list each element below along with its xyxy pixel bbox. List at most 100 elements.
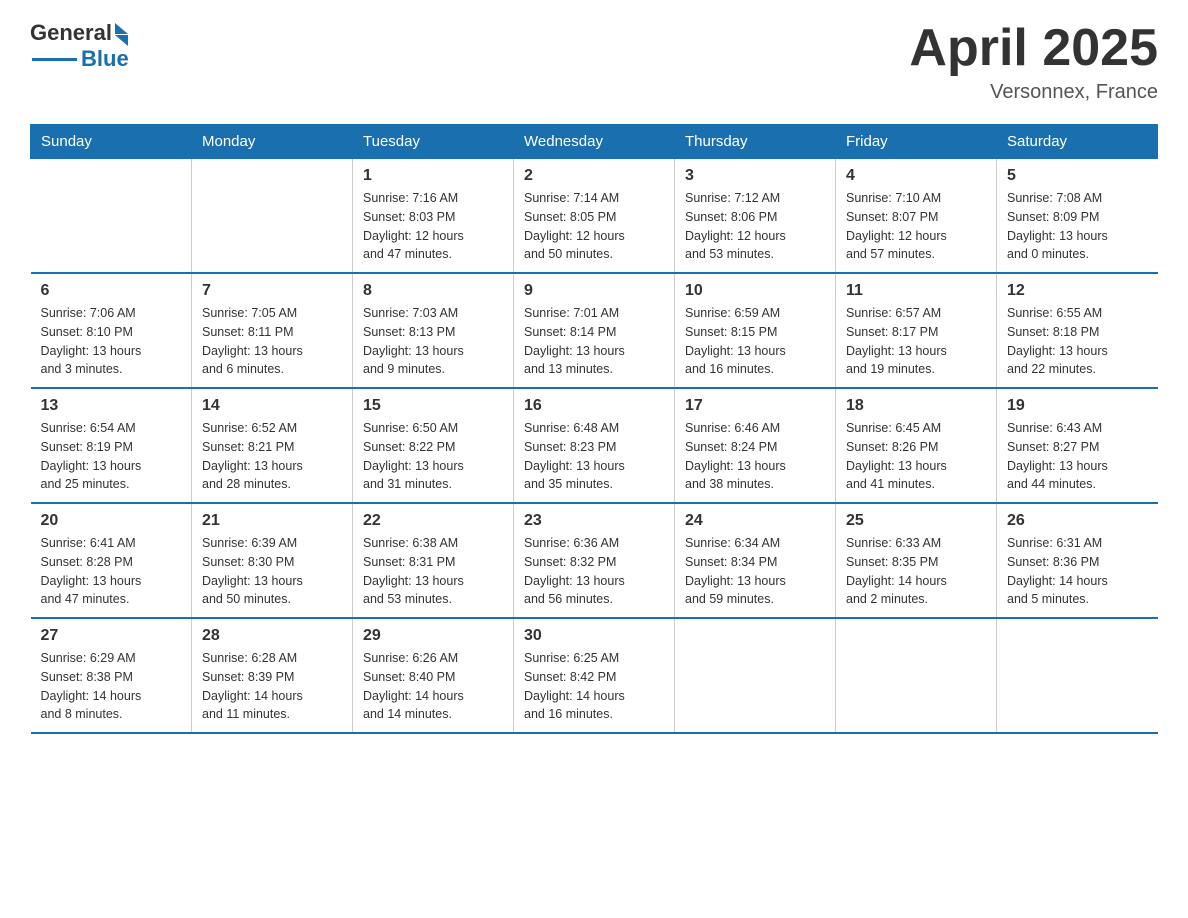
day-number: 21 (202, 512, 342, 530)
column-header-monday: Monday (192, 125, 353, 159)
calendar-cell: 5 Sunrise: 7:08 AM Sunset: 8:09 PM Daylig… (997, 159, 1158, 274)
day-number: 18 (846, 397, 986, 415)
day-info: Sunrise: 6:31 AM Sunset: 8:36 PM Dayligh… (1007, 534, 1148, 609)
day-number: 28 (202, 627, 342, 645)
logo-general-text: General (30, 20, 112, 46)
day-number: 12 (1007, 282, 1148, 300)
day-number: 19 (1007, 397, 1148, 415)
calendar-cell: 30 Sunrise: 6:25 AM Sunset: 8:42 PM Dayli… (514, 618, 675, 733)
day-number: 6 (41, 282, 182, 300)
calendar-cell: 28 Sunrise: 6:28 AM Sunset: 8:39 PM Dayli… (192, 618, 353, 733)
calendar-cell: 27Sunrise: 6:29 AM Sunset: 8:38 PM Dayli… (31, 618, 192, 733)
day-number: 10 (685, 282, 825, 300)
calendar-cell: 22 Sunrise: 6:38 AM Sunset: 8:31 PM Dayli… (353, 503, 514, 618)
day-number: 4 (846, 167, 986, 185)
day-info: Sunrise: 6:43 AM Sunset: 8:27 PM Dayligh… (1007, 419, 1148, 494)
day-number: 30 (524, 627, 664, 645)
day-info: Sunrise: 6:38 AM Sunset: 8:31 PM Dayligh… (363, 534, 503, 609)
day-number: 2 (524, 167, 664, 185)
month-title: April 2025 (909, 20, 1158, 77)
day-number: 15 (363, 397, 503, 415)
day-info: Sunrise: 6:48 AM Sunset: 8:23 PM Dayligh… (524, 419, 664, 494)
calendar-cell: 7Sunrise: 7:05 AM Sunset: 8:11 PM Daylig… (192, 273, 353, 388)
day-info: Sunrise: 6:39 AM Sunset: 8:30 PM Dayligh… (202, 534, 342, 609)
day-info: Sunrise: 7:14 AM Sunset: 8:05 PM Dayligh… (524, 189, 664, 264)
calendar-cell: 10Sunrise: 6:59 AM Sunset: 8:15 PM Dayli… (675, 273, 836, 388)
page-header: General Blue April 2025 Versonnex, Franc… (30, 20, 1158, 104)
calendar-cell: 18 Sunrise: 6:45 AM Sunset: 8:26 PM Dayli… (836, 388, 997, 503)
calendar-cell: 26 Sunrise: 6:31 AM Sunset: 8:36 PM Dayli… (997, 503, 1158, 618)
day-number: 16 (524, 397, 664, 415)
day-info: Sunrise: 6:50 AM Sunset: 8:22 PM Dayligh… (363, 419, 503, 494)
day-number: 5 (1007, 167, 1148, 185)
calendar-cell: 12 Sunrise: 6:55 AM Sunset: 8:18 PM Dayli… (997, 273, 1158, 388)
day-info: Sunrise: 7:10 AM Sunset: 8:07 PM Dayligh… (846, 189, 986, 264)
calendar-cell: 23 Sunrise: 6:36 AM Sunset: 8:32 PM Dayli… (514, 503, 675, 618)
calendar-cell: 8Sunrise: 7:03 AM Sunset: 8:13 PM Daylig… (353, 273, 514, 388)
calendar-cell: 16 Sunrise: 6:48 AM Sunset: 8:23 PM Dayli… (514, 388, 675, 503)
day-number: 23 (524, 512, 664, 530)
day-number: 3 (685, 167, 825, 185)
logo-icon: General Blue (30, 20, 129, 72)
day-number: 27 (41, 627, 182, 645)
day-number: 13 (41, 397, 182, 415)
calendar-header-row: SundayMondayTuesdayWednesdayThursdayFrid… (31, 125, 1158, 159)
day-info: Sunrise: 6:54 AM Sunset: 8:19 PM Dayligh… (41, 419, 182, 494)
day-info: Sunrise: 6:25 AM Sunset: 8:42 PM Dayligh… (524, 649, 664, 724)
day-info: Sunrise: 6:45 AM Sunset: 8:26 PM Dayligh… (846, 419, 986, 494)
calendar-cell: 14Sunrise: 6:52 AM Sunset: 8:21 PM Dayli… (192, 388, 353, 503)
column-header-friday: Friday (836, 125, 997, 159)
calendar-cell: 11 Sunrise: 6:57 AM Sunset: 8:17 PM Dayli… (836, 273, 997, 388)
calendar-cell: 20 Sunrise: 6:41 AM Sunset: 8:28 PM Dayli… (31, 503, 192, 618)
logo: General Blue (30, 20, 129, 72)
day-number: 17 (685, 397, 825, 415)
day-info: Sunrise: 6:57 AM Sunset: 8:17 PM Dayligh… (846, 304, 986, 379)
day-info: Sunrise: 6:36 AM Sunset: 8:32 PM Dayligh… (524, 534, 664, 609)
day-number: 26 (1007, 512, 1148, 530)
calendar-cell: 21 Sunrise: 6:39 AM Sunset: 8:30 PM Dayli… (192, 503, 353, 618)
day-info: Sunrise: 7:06 AM Sunset: 8:10 PM Dayligh… (41, 304, 182, 379)
column-header-sunday: Sunday (31, 125, 192, 159)
calendar-cell: 9Sunrise: 7:01 AM Sunset: 8:14 PM Daylig… (514, 273, 675, 388)
column-header-saturday: Saturday (997, 125, 1158, 159)
calendar-cell (836, 618, 997, 733)
day-info: Sunrise: 7:16 AM Sunset: 8:03 PM Dayligh… (363, 189, 503, 264)
calendar-table: SundayMondayTuesdayWednesdayThursdayFrid… (30, 124, 1158, 734)
day-number: 9 (524, 282, 664, 300)
calendar-cell: 17 Sunrise: 6:46 AM Sunset: 8:24 PM Dayli… (675, 388, 836, 503)
day-info: Sunrise: 6:52 AM Sunset: 8:21 PM Dayligh… (202, 419, 342, 494)
calendar-cell: 2 Sunrise: 7:14 AM Sunset: 8:05 PM Daylig… (514, 159, 675, 274)
calendar-week-row: 20 Sunrise: 6:41 AM Sunset: 8:28 PM Dayli… (31, 503, 1158, 618)
title-area: April 2025 Versonnex, France (909, 20, 1158, 104)
day-info: Sunrise: 6:46 AM Sunset: 8:24 PM Dayligh… (685, 419, 825, 494)
calendar-cell: 29Sunrise: 6:26 AM Sunset: 8:40 PM Dayli… (353, 618, 514, 733)
day-info: Sunrise: 6:26 AM Sunset: 8:40 PM Dayligh… (363, 649, 503, 724)
day-number: 20 (41, 512, 182, 530)
calendar-week-row: 27Sunrise: 6:29 AM Sunset: 8:38 PM Dayli… (31, 618, 1158, 733)
day-number: 1 (363, 167, 503, 185)
calendar-cell (31, 159, 192, 274)
location-text: Versonnex, France (909, 81, 1158, 104)
logo-blue-text: Blue (81, 46, 129, 72)
day-info: Sunrise: 7:08 AM Sunset: 8:09 PM Dayligh… (1007, 189, 1148, 264)
column-header-tuesday: Tuesday (353, 125, 514, 159)
column-header-thursday: Thursday (675, 125, 836, 159)
day-info: Sunrise: 6:55 AM Sunset: 8:18 PM Dayligh… (1007, 304, 1148, 379)
calendar-cell (997, 618, 1158, 733)
calendar-week-row: 1 Sunrise: 7:16 AM Sunset: 8:03 PM Daylig… (31, 159, 1158, 274)
day-number: 24 (685, 512, 825, 530)
day-info: Sunrise: 7:12 AM Sunset: 8:06 PM Dayligh… (685, 189, 825, 264)
calendar-cell: 13 Sunrise: 6:54 AM Sunset: 8:19 PM Dayli… (31, 388, 192, 503)
day-info: Sunrise: 6:41 AM Sunset: 8:28 PM Dayligh… (41, 534, 182, 609)
column-header-wednesday: Wednesday (514, 125, 675, 159)
day-info: Sunrise: 6:34 AM Sunset: 8:34 PM Dayligh… (685, 534, 825, 609)
day-number: 7 (202, 282, 342, 300)
day-number: 11 (846, 282, 986, 300)
day-number: 22 (363, 512, 503, 530)
day-number: 25 (846, 512, 986, 530)
calendar-cell: 24 Sunrise: 6:34 AM Sunset: 8:34 PM Dayli… (675, 503, 836, 618)
day-info: Sunrise: 6:28 AM Sunset: 8:39 PM Dayligh… (202, 649, 342, 724)
calendar-cell: 1 Sunrise: 7:16 AM Sunset: 8:03 PM Daylig… (353, 159, 514, 274)
calendar-week-row: 6 Sunrise: 7:06 AM Sunset: 8:10 PM Daylig… (31, 273, 1158, 388)
calendar-cell: 3 Sunrise: 7:12 AM Sunset: 8:06 PM Daylig… (675, 159, 836, 274)
